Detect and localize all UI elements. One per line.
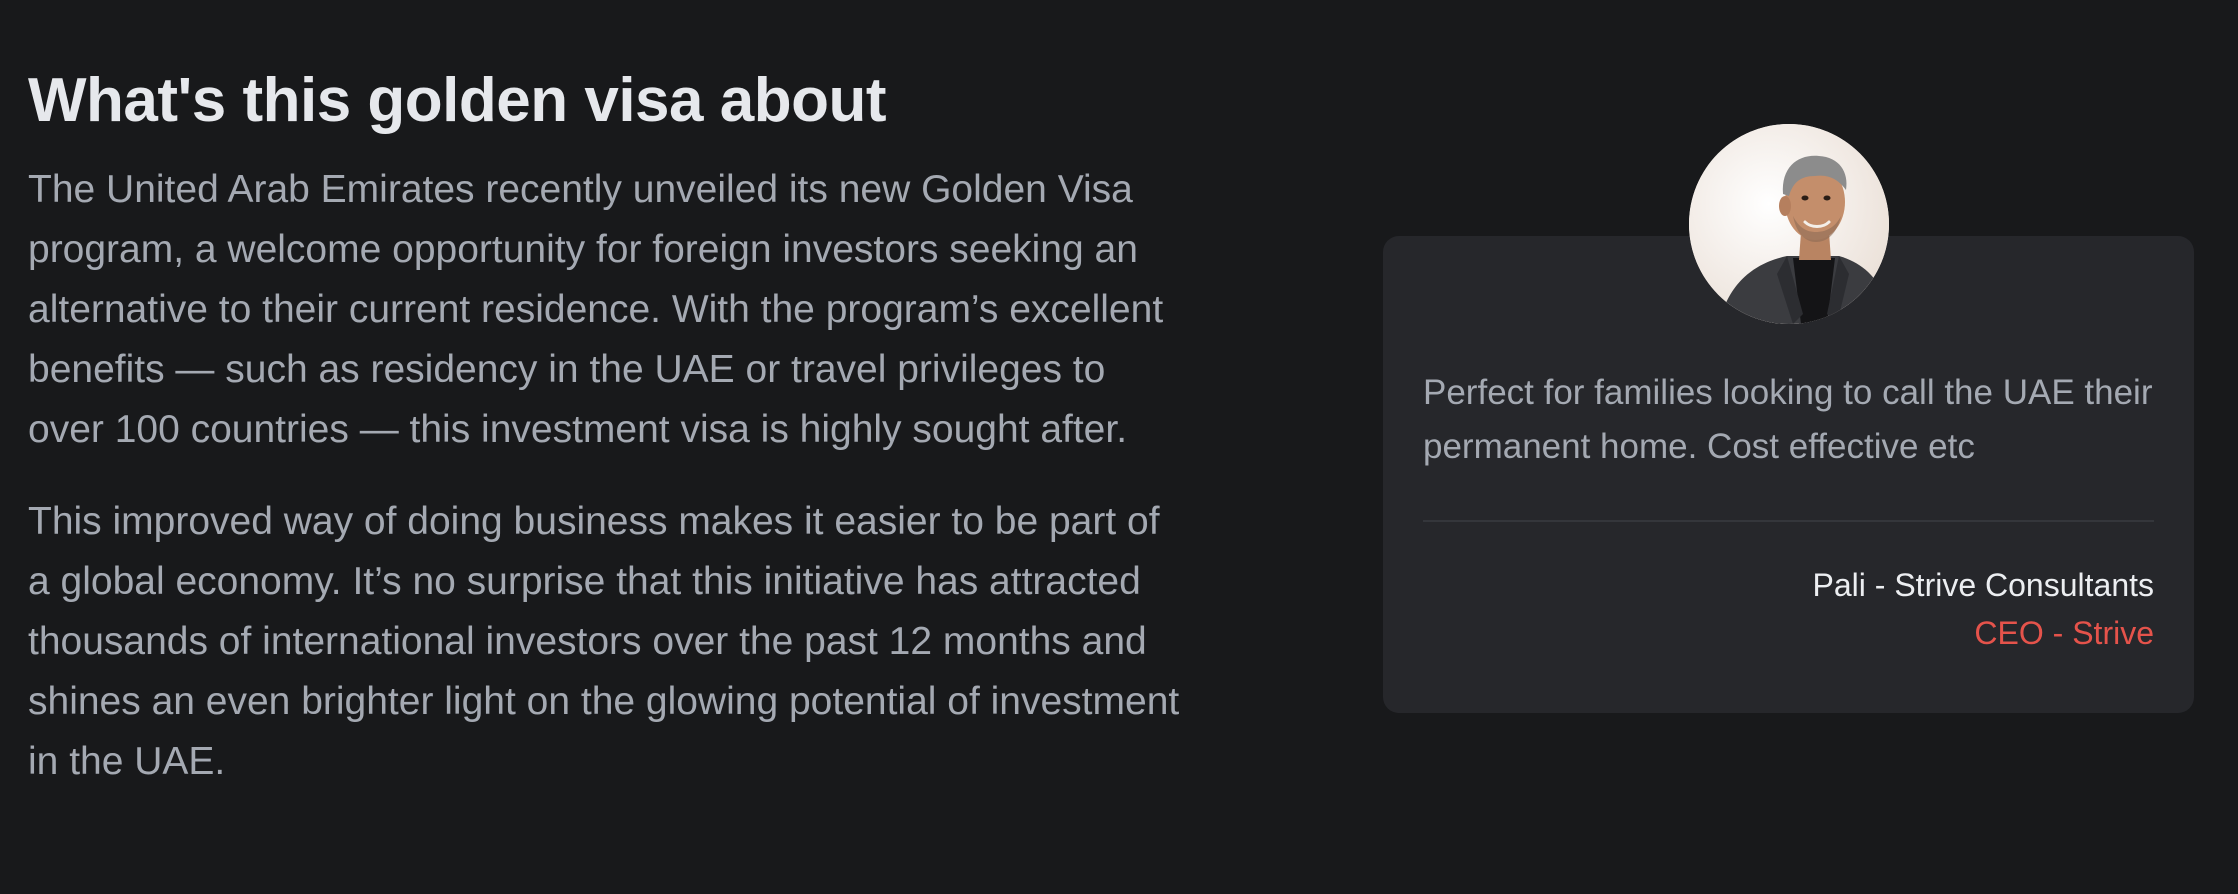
divider [1423,520,2154,522]
testimonial-quote: Perfect for families looking to call the… [1423,373,2153,466]
person-portrait-icon [1689,124,1889,324]
intro-paragraph: The United Arab Emirates recently unveil… [28,168,1164,451]
testimonial-author: Pali - Strive Consultants [1812,567,2154,603]
golden-visa-section: What's this golden visa about The United… [28,56,1188,792]
avatar [1689,124,1889,324]
testimonial-role: CEO - Strive [1974,615,2154,651]
details-paragraph: This improved way of doing business make… [28,500,1180,783]
page: What's this golden visa about The United… [0,0,2238,894]
section-title: What's this golden visa about [28,66,886,135]
